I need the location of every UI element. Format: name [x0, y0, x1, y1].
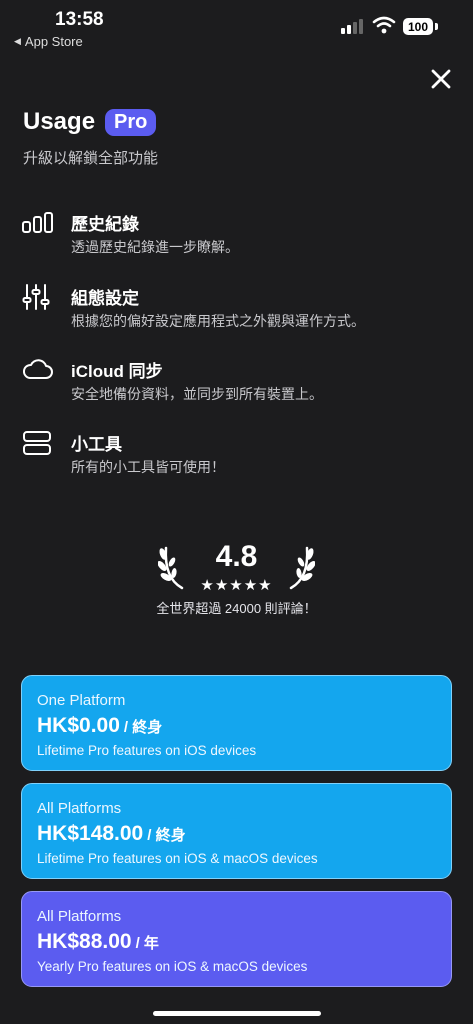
sliders-icon — [22, 284, 50, 310]
rating-score: 4.8 — [215, 540, 258, 573]
back-label: App Store — [24, 34, 83, 49]
plan-period: / 終身 — [147, 827, 186, 844]
pro-badge: Pro — [105, 108, 157, 136]
home-indicator[interactable] — [153, 1011, 321, 1016]
feature-desc: 所有的小工具皆可使用！ — [71, 459, 225, 475]
plan-one-platform-button[interactable]: One Platform HK$0.00 / 終身 Lifetime Pro f… — [21, 675, 452, 771]
feature-desc: 根據您的偏好設定應用程式之外觀與運作方式。 — [71, 313, 365, 329]
feature-title: 小工具 — [71, 435, 122, 454]
widgets-icon — [23, 431, 51, 455]
status-bar: 13:58 ◀ App Store 100 — [0, 0, 473, 56]
wifi-icon — [372, 16, 396, 34]
feature-title: 歷史紀錄 — [71, 215, 139, 234]
plan-desc: Yearly Pro features on iOS & macOS devic… — [37, 959, 308, 974]
plan-name: All Platforms — [37, 800, 122, 817]
rating-note: 全世界超過 24000 則評論！ — [156, 601, 317, 616]
feature-desc: 透過歷史紀錄進一步瞭解。 — [71, 239, 239, 255]
rating-stars: ★★★★★ — [200, 577, 273, 594]
plan-name: One Platform — [37, 692, 126, 709]
battery-tip — [435, 23, 438, 30]
battery-icon: 100 — [403, 18, 433, 35]
plan-price: HK$0.00 — [37, 714, 120, 737]
back-to-app-store-link[interactable]: ◀ App Store — [14, 34, 83, 49]
plan-price: HK$88.00 — [37, 930, 132, 953]
status-time: 13:58 — [55, 9, 104, 30]
plan-desc: Lifetime Pro features on iOS devices — [37, 743, 257, 758]
plan-name: All Platforms — [37, 908, 122, 925]
feature-desc: 安全地備份資料，並同步到所有裝置上。 — [71, 386, 323, 402]
back-arrow-icon: ◀ — [14, 36, 21, 46]
rating-block: 4.8 ★★★★★ 全世界超過 24000 則評論！ — [0, 540, 473, 620]
plan-period: / 終身 — [123, 719, 163, 736]
close-icon[interactable] — [428, 66, 454, 92]
page-title: Usage — [23, 108, 96, 135]
cellular-signal-icon — [341, 19, 363, 34]
cloud-icon — [23, 359, 53, 379]
plan-all-platforms-yearly-button[interactable]: All Platforms HK$88.00 / 年 Yearly Pro fe… — [21, 891, 452, 987]
feature-title: 組態設定 — [71, 289, 139, 308]
feature-title: iCloud 同步 — [71, 362, 163, 381]
history-bars-icon — [22, 212, 53, 233]
plan-price: HK$148.00 — [37, 822, 144, 845]
header: Usage Pro — [23, 108, 157, 136]
plan-desc: Lifetime Pro features on iOS & macOS dev… — [37, 851, 318, 866]
page-subtitle: 升級以解鎖全部功能 — [23, 150, 159, 167]
plan-all-platforms-lifetime-button[interactable]: All Platforms HK$148.00 / 終身 Lifetime Pr… — [21, 783, 452, 879]
plan-period: / 年 — [135, 935, 159, 952]
